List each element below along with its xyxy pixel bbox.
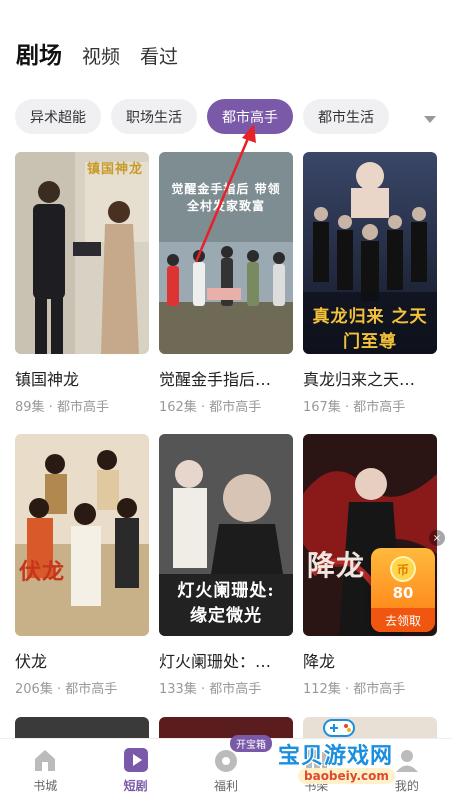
tab-theater[interactable]: 剧场 [16,36,62,70]
drama-cover[interactable]: 镇国神龙 [15,152,149,354]
cover-title-art: 灯火阑珊处: 缘定微光 [177,581,275,626]
drama-meta: 167集 · 都市高手 [303,400,406,415]
drama-title[interactable]: 灯火阑珊处：… [159,648,293,672]
drama-title[interactable]: 觉醒金手指后… [159,366,293,390]
drama-genre: 都市高手 [209,682,262,697]
drama-genre: 都市高手 [209,400,262,415]
drama-card[interactable]: 伏龙 伏龙 206集 · 都市高手 [15,434,149,716]
claim-reward-button[interactable]: 去领取 [371,608,435,632]
episode-count: 112集 [303,682,341,697]
nav-label: 福利 [214,779,239,793]
tab-video[interactable]: 视频 [82,42,120,69]
drama-card[interactable]: 真龙归来 之天门至尊 真龙归来之天… 167集 · 都市高手 [303,152,437,434]
cover-title-art: 伏龙 [19,559,66,585]
drama-cover[interactable]: 伏龙 [15,434,149,636]
drama-meta: 112集 · 都市高手 [303,682,406,697]
drama-card[interactable]: 觉醒金手指后 带领全村发家致富 觉醒金手指后… 162集 · 都市高手 [159,152,293,434]
drama-card[interactable]: 灯火阑珊处: 缘定微光 灯火阑珊处：… 133集 · 都市高手 [159,434,293,716]
chip-urban-master[interactable]: 都市高手 [207,99,293,134]
coin-icon: 币 [390,556,416,582]
drama-title[interactable]: 镇国神龙 [15,366,149,390]
drama-cover[interactable]: 真龙归来 之天门至尊 [303,152,437,354]
nav-short-drama[interactable]: 短剧 [90,739,180,804]
next-row-partial [15,717,437,739]
category-chips: 异术超能 职场生活 都市高手 都市生活 [15,99,452,134]
reward-badge[interactable]: 币 80 去领取 [371,548,435,632]
home-icon [35,750,56,771]
reward-amount: 80 [392,584,414,602]
drama-meta: 89集 · 都市高手 [15,400,109,415]
gift-icon [215,750,238,772]
chip-urban-life[interactable]: 都市生活 [303,99,389,134]
drama-cover[interactable] [159,717,293,739]
content-type-tabs: 剧场 视频 看过 [16,36,198,70]
episode-count: 167集 [303,400,341,415]
close-icon[interactable]: × [429,530,445,546]
nav-label: 短剧 [123,779,148,793]
chip-workplace[interactable]: 职场生活 [111,99,197,134]
cover-title-art: 觉醒金手指后 带领全村发家致富 [171,182,281,213]
nav-welfare[interactable]: 开宝箱 福利 [181,735,273,804]
drama-grid: 镇国神龙 镇国神龙 89集 · 都市高手 觉醒金手指后 带领全村发家致富 觉醒金… [15,152,437,716]
play-icon [123,748,148,772]
cover-title-art: 降龙 [307,549,366,582]
drama-cover[interactable] [15,717,149,739]
nav-bookstore[interactable]: 书城 [0,739,90,804]
drama-genre: 都市高手 [353,400,406,415]
tab-watched[interactable]: 看过 [140,42,178,69]
drama-genre: 都市高手 [56,400,109,415]
drama-meta: 133集 · 都市高手 [159,682,262,697]
drama-card[interactable]: 镇国神龙 镇国神龙 89集 · 都市高手 [15,152,149,434]
drama-genre: 都市高手 [353,682,406,697]
episode-count: 133集 [159,682,197,697]
nav-label: 书城 [33,779,58,793]
drama-title[interactable]: 降龙 [303,648,437,672]
episode-count: 206集 [15,682,53,697]
chip-supernatural[interactable]: 异术超能 [15,99,101,134]
chevron-down-icon[interactable] [424,116,436,123]
watermark-title: 宝贝游戏网 [278,744,394,769]
drama-meta: 206集 · 都市高手 [15,682,118,697]
episode-count: 89集 [15,400,45,415]
site-watermark: 宝贝游戏网 baobeiy.com [268,719,428,798]
drama-cover[interactable]: 觉醒金手指后 带领全村发家致富 [159,152,293,354]
drama-title[interactable]: 伏龙 [15,648,149,672]
watermark-url: baobeiy.com [298,768,395,784]
drama-genre: 都市高手 [65,682,118,697]
drama-meta: 162集 · 都市高手 [159,400,262,415]
drama-cover[interactable]: 灯火阑珊处: 缘定微光 [159,434,293,636]
drama-title[interactable]: 真龙归来之天… [303,366,437,390]
gamepad-icon [323,719,355,737]
cover-title-art: 镇国神龙 [86,162,143,177]
episode-count: 162集 [159,400,197,415]
cover-title-art: 真龙归来 之天门至尊 [312,307,428,352]
